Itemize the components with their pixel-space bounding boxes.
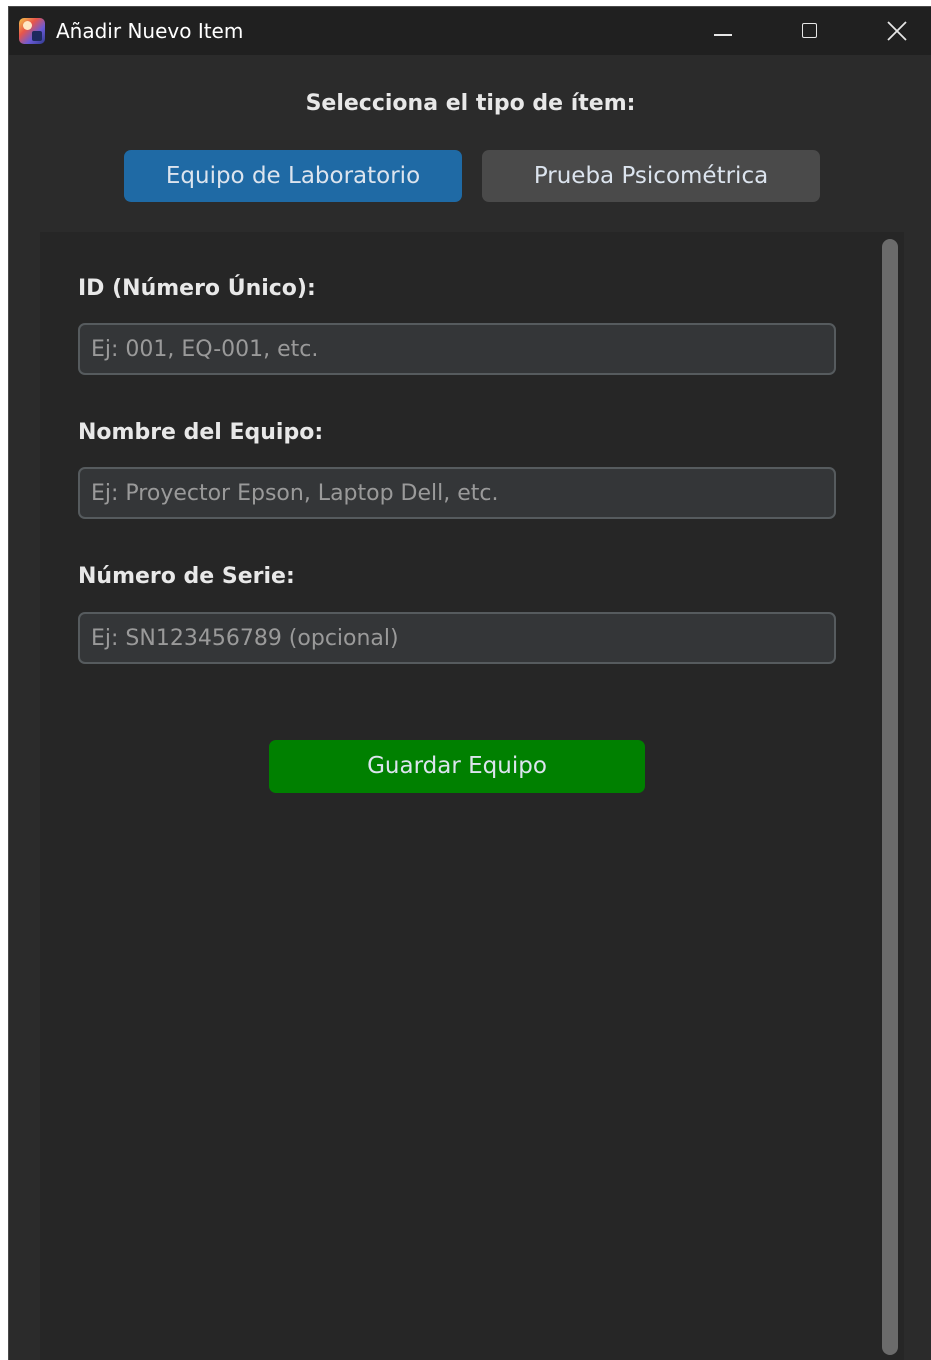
serial-number-label: Número de Serie: [78,564,295,589]
lab-equipment-button[interactable]: Equipo de Laboratorio [124,150,462,202]
title-bar[interactable]: Añadir Nuevo Item [9,7,931,55]
close-icon [887,21,907,41]
id-input[interactable] [78,323,836,375]
app-icon [19,18,45,44]
maximize-icon [802,23,817,38]
close-button[interactable] [854,7,931,55]
form-scroll-panel: ID (Número Único): Nombre del Equipo: Nú… [40,232,904,1360]
equipment-name-input[interactable] [78,467,836,519]
equipment-name-label: Nombre del Equipo: [78,420,324,445]
window-title: Añadir Nuevo Item [56,19,244,43]
save-equipment-button[interactable]: Guardar Equipo [269,740,645,793]
scrollbar-thumb[interactable] [882,239,898,1355]
minimize-icon [714,34,732,36]
add-item-window: Añadir Nuevo Item Selecciona el tipo de … [8,6,931,1360]
minimize-button[interactable] [679,7,767,55]
psychometric-test-button[interactable]: Prueba Psicométrica [482,150,820,202]
scrollbar[interactable] [878,232,904,1360]
maximize-button[interactable] [766,7,854,55]
item-type-heading: Selecciona el tipo de ítem: [305,91,636,116]
serial-number-input[interactable] [78,612,836,664]
id-label: ID (Número Único): [78,276,316,301]
